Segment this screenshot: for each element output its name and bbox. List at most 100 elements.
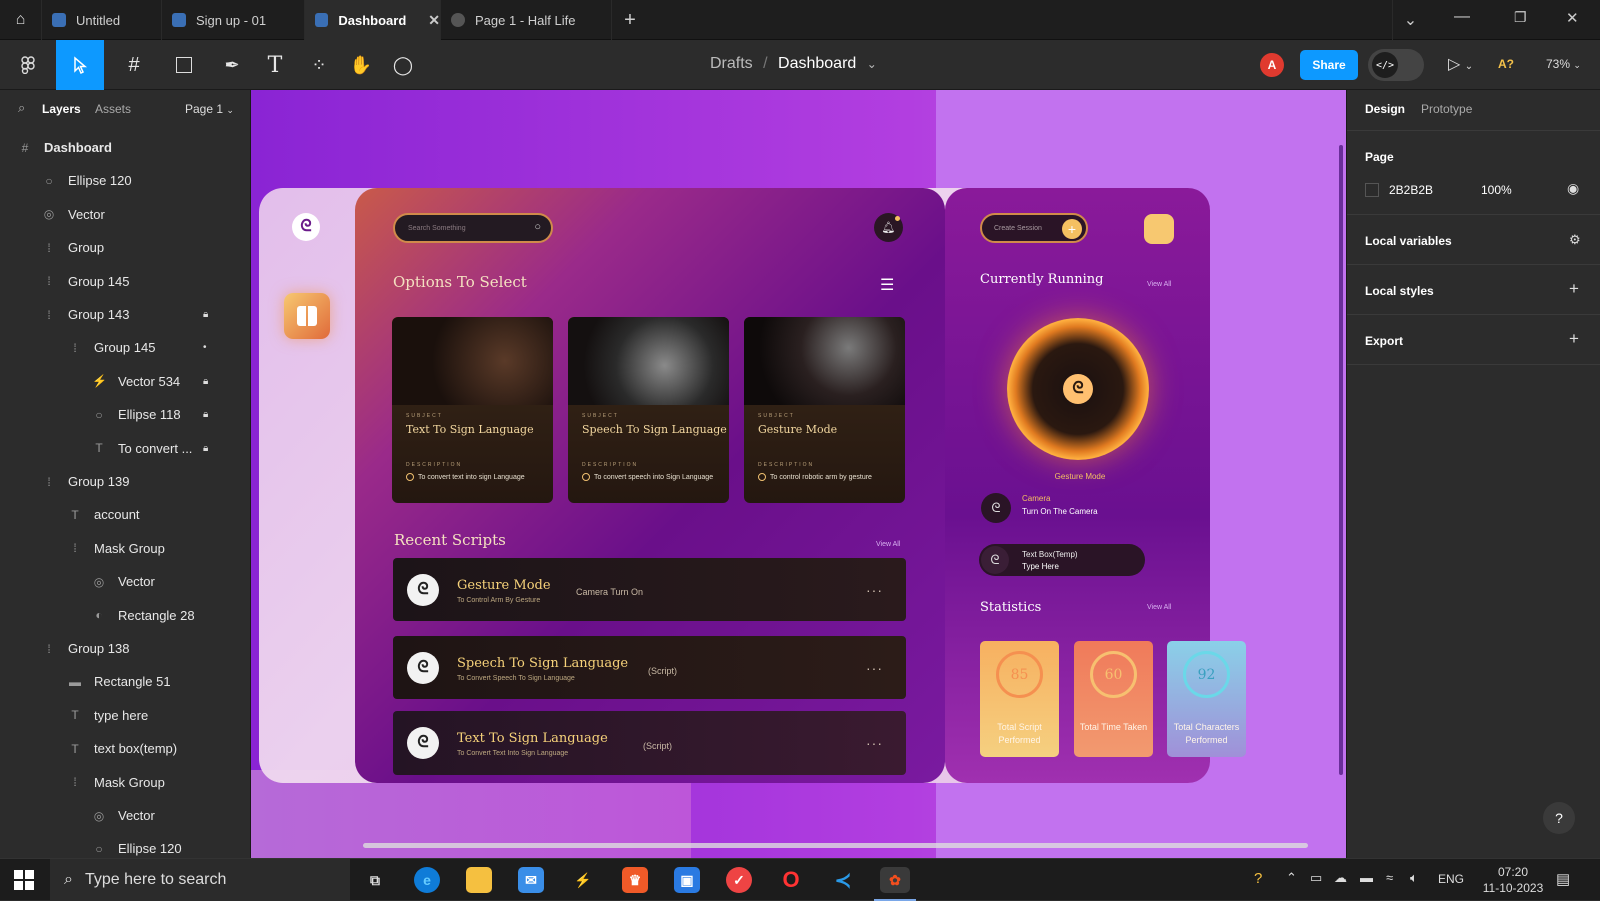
layer-item[interactable]: ◎ Vector — [0, 565, 250, 598]
new-tab-button[interactable]: + — [612, 0, 648, 40]
tab-assets[interactable]: Assets — [95, 102, 131, 116]
menu-icon[interactable]: ☰ — [880, 275, 894, 295]
layer-item[interactable]: Ttext box(temp) — [0, 732, 250, 765]
frame-tool-button[interactable]: # — [116, 40, 152, 90]
layer-item[interactable]: ⁞ Group 145 • — [0, 331, 250, 364]
battery-icon[interactable]: ▬ — [1360, 870, 1373, 885]
tab-half-life[interactable]: Page 1 - Half Life — [441, 0, 612, 40]
notification-button[interactable]: 🔔︎ — [874, 213, 903, 242]
tabs-overflow-button[interactable]: ⌄ — [1392, 0, 1428, 40]
layer-item[interactable]: ⁞ Group 138 — [0, 632, 250, 665]
stat-card[interactable]: 92 Total Characters Performed — [1167, 641, 1246, 757]
chevron-down-icon[interactable]: ⌄ — [867, 57, 877, 71]
layer-item[interactable]: ▬ Rectangle 51 — [0, 665, 250, 698]
tab-design[interactable]: Design — [1365, 102, 1405, 116]
comment-tool-button[interactable]: ◯ — [388, 40, 418, 90]
layer-item[interactable]: ○ Ellipse 118 🔒︎ — [0, 398, 250, 431]
page-selector[interactable]: Page 1 ⌄ — [185, 102, 234, 116]
tab-untitled[interactable]: Untitled — [42, 0, 162, 40]
brave-icon[interactable]: ♛ — [622, 867, 648, 893]
more-options-icon[interactable]: ··· — [866, 735, 883, 751]
stat-card[interactable]: 85 Total Script Performed — [980, 641, 1059, 757]
layer-item[interactable]: ◎ Vector — [0, 198, 250, 231]
layer-item[interactable]: ⁞ Mask Group — [0, 532, 250, 565]
add-export-button[interactable]: + — [1569, 329, 1579, 349]
text-box-temp[interactable]: ᘓ Text Box(Temp) Type Here — [979, 544, 1145, 576]
zoom-menu[interactable]: 73% ⌄ — [1546, 57, 1581, 71]
restore-button[interactable]: ❐ — [1514, 9, 1527, 26]
layer-item[interactable]: ◎ Vector — [0, 799, 250, 832]
todo-icon[interactable]: ✓ — [726, 867, 752, 893]
chevron-up-icon[interactable]: ⌃ — [1286, 870, 1297, 886]
option-card[interactable]: SUBJECT Text To Sign Language DESCRIPTIO… — [392, 317, 553, 503]
stat-card[interactable]: 60 Total Time Taken — [1074, 641, 1153, 757]
wifi-icon[interactable]: ≈ — [1386, 870, 1393, 885]
task-view-icon[interactable]: ⧉ — [362, 867, 388, 893]
clock[interactable]: 07:20 11-10-2023 — [1478, 864, 1548, 896]
present-button[interactable]: ▷ ⌄ — [1448, 54, 1473, 74]
view-all-link[interactable]: View All — [876, 541, 900, 548]
search-input[interactable]: Search Something ○ — [393, 213, 553, 243]
language-indicator[interactable]: ENG — [1438, 872, 1464, 886]
home-tab[interactable]: ⌂ — [0, 0, 42, 40]
tab-prototype[interactable]: Prototype — [1421, 102, 1472, 116]
close-icon[interactable]: ✕ — [428, 12, 440, 29]
meet-icon[interactable]: ▭ — [1310, 870, 1322, 886]
app-icon[interactable]: ▣ — [674, 867, 700, 893]
lock-icon[interactable]: 🔒︎ — [203, 443, 208, 454]
cloud-icon[interactable]: ☁ — [1334, 870, 1347, 886]
dashboard-nav-button[interactable] — [284, 293, 330, 339]
page-opacity-value[interactable]: 100% — [1481, 183, 1512, 197]
minimize-button[interactable]: — — [1454, 8, 1470, 26]
taskbar-search[interactable]: ⌕ Type here to search — [50, 859, 350, 901]
horizontal-scrollbar[interactable] — [363, 843, 1308, 848]
edge-icon[interactable]: e — [414, 867, 440, 893]
profile-button[interactable] — [1144, 214, 1174, 244]
layer-item[interactable]: ⁞ Group 145 — [0, 265, 250, 298]
move-tool-button[interactable] — [56, 40, 104, 90]
running-mode-orb[interactable]: ᘓ — [1007, 318, 1149, 460]
resources-button[interactable]: ⁘ — [304, 40, 334, 90]
file-explorer-icon[interactable] — [466, 867, 492, 893]
missing-fonts-indicator[interactable]: A? — [1498, 57, 1514, 71]
lock-icon[interactable]: 🔒︎ — [203, 376, 208, 387]
variables-icon[interactable]: ⚙ — [1569, 232, 1581, 248]
create-session-button[interactable]: Create Session + — [980, 213, 1088, 243]
layer-item[interactable]: ◐ Rectangle 28 — [0, 599, 250, 632]
view-all-link[interactable]: View All — [1147, 281, 1171, 288]
option-card[interactable]: SUBJECT Gesture Mode DESCRIPTION To cont… — [744, 317, 905, 503]
notification-center-icon[interactable]: ▤ — [1556, 870, 1570, 888]
add-style-button[interactable]: + — [1569, 279, 1579, 299]
layer-dot-icon[interactable]: • — [203, 342, 207, 353]
script-row[interactable]: ᘓ Text To Sign Language To Convert Text … — [393, 711, 906, 775]
layer-item[interactable]: ⁞ Group 143 🔒︎ — [0, 298, 250, 331]
figma-app-icon[interactable]: ✿ — [880, 867, 910, 893]
lock-icon[interactable]: 🔒︎ — [203, 309, 208, 320]
option-card[interactable]: SUBJECT Speech To Sign Language DESCRIPT… — [568, 317, 729, 503]
shape-tool-button[interactable] — [166, 40, 202, 90]
search-icon[interactable]: ⌕ — [18, 100, 25, 116]
layer-item[interactable]: ⁞ Group 139 — [0, 465, 250, 498]
dev-mode-toggle[interactable]: </> — [1368, 49, 1424, 81]
layer-item[interactable]: ○ Ellipse 120 — [0, 164, 250, 197]
pen-tool-button[interactable]: ✒ — [214, 40, 250, 90]
file-name[interactable]: Dashboard — [778, 55, 856, 72]
volume-icon[interactable]: 🔈︎ — [1410, 870, 1418, 886]
help-tray-icon[interactable]: ? — [1254, 870, 1262, 887]
windows-start-button[interactable] — [14, 870, 34, 890]
vertical-scrollbar[interactable] — [1339, 145, 1343, 775]
layer-item[interactable]: ⁞ Group — [0, 231, 250, 264]
hand-tool-button[interactable]: ✋ — [346, 40, 376, 90]
layer-item[interactable]: ⚡ Vector 534 🔒︎ — [0, 365, 250, 398]
more-options-icon[interactable]: ··· — [866, 582, 883, 598]
layer-item[interactable]: Taccount — [0, 498, 250, 531]
avatar[interactable]: A — [1260, 53, 1284, 77]
layer-frame[interactable]: # Dashboard — [0, 131, 250, 164]
help-button[interactable]: ? — [1543, 802, 1575, 834]
eye-icon[interactable]: ◉ — [1567, 180, 1579, 197]
layer-item[interactable]: T To convert ... 🔒︎ — [0, 432, 250, 465]
tab-sign-up[interactable]: Sign up - 01 — [162, 0, 305, 40]
tab-dashboard[interactable]: Dashboard ✕ — [305, 0, 441, 40]
breadcrumb-parent[interactable]: Drafts — [710, 55, 753, 72]
opera-icon[interactable]: O — [778, 867, 804, 893]
